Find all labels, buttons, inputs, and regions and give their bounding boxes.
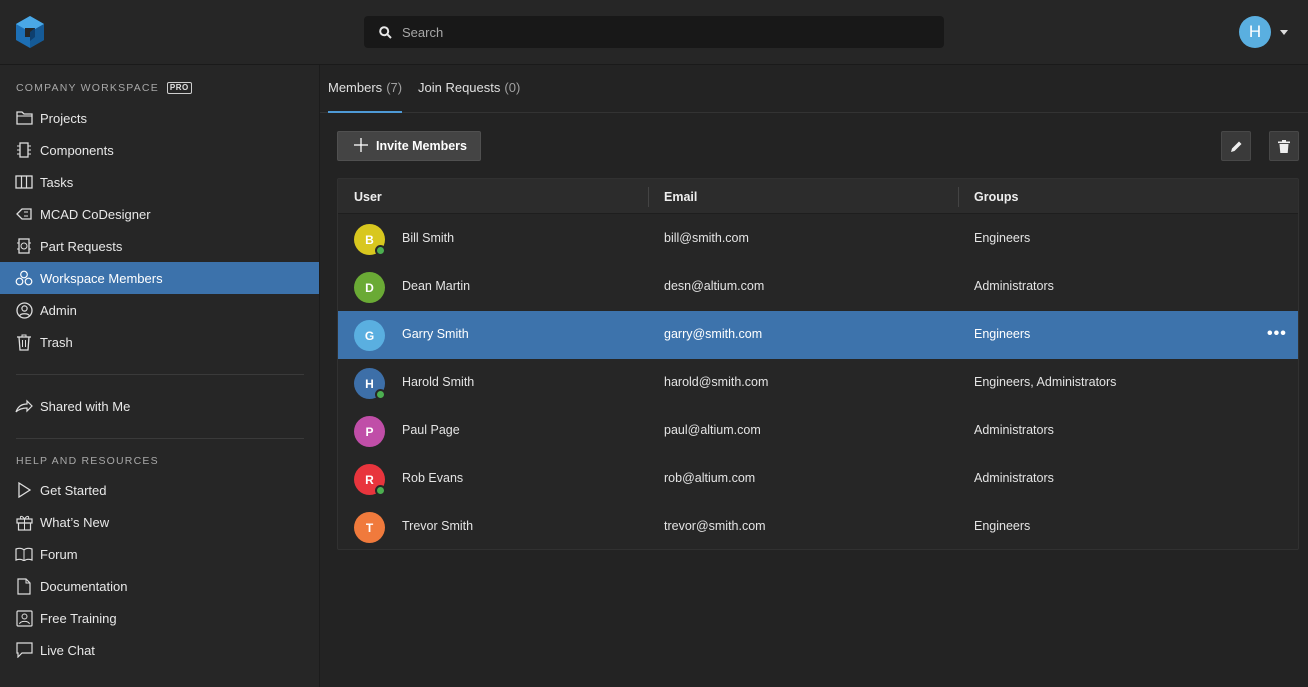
user-groups: Engineers xyxy=(974,327,1031,341)
user-email: bill@smith.com xyxy=(664,231,749,245)
document-icon xyxy=(15,577,33,595)
table-row[interactable]: G Garry Smith garry@smith.com Engineers ••• xyxy=(338,311,1298,359)
trash-icon xyxy=(1278,139,1290,153)
sidebar-item-documentation[interactable]: Documentation xyxy=(0,570,319,602)
sidebar-item-forum[interactable]: Forum xyxy=(0,538,319,570)
altium-logo-icon[interactable] xyxy=(14,15,46,49)
sidebar-item-workspace-members[interactable]: Workspace Members xyxy=(0,262,319,294)
members-icon xyxy=(15,269,33,287)
online-status-indicator xyxy=(375,389,386,400)
gift-icon xyxy=(15,513,33,531)
user-email: trevor@smith.com xyxy=(664,519,766,533)
members-table: User Email Groups B Bill Smith bill@smith.… xyxy=(337,178,1299,550)
user-name: Trevor Smith xyxy=(402,519,474,533)
mcad-icon xyxy=(15,205,33,223)
workspace-section-title: COMPANY WORKSPACE PRO xyxy=(16,82,192,94)
book-open-icon xyxy=(15,545,33,563)
avatar: G xyxy=(354,320,385,351)
edit-button[interactable] xyxy=(1221,131,1251,161)
sidebar-item-mcad-codesigner[interactable]: MCAD CoDesigner xyxy=(0,198,319,230)
column-header-email[interactable]: Email xyxy=(664,190,697,204)
column-header-groups[interactable]: Groups xyxy=(974,190,1018,204)
delete-button[interactable] xyxy=(1269,131,1299,161)
sidebar-item-projects[interactable]: Projects xyxy=(0,102,319,134)
invite-members-button[interactable]: Invite Members xyxy=(337,131,481,161)
user-email: desn@altium.com xyxy=(664,279,765,293)
chip-icon xyxy=(15,141,33,159)
sidebar-item-tasks[interactable]: Tasks xyxy=(0,166,319,198)
user-name: Bill Smith xyxy=(402,231,455,245)
plus-icon xyxy=(354,137,368,155)
table-row[interactable]: B Bill Smith bill@smith.com Engineers xyxy=(338,215,1298,263)
folder-icon xyxy=(15,109,33,127)
tab-join-requests[interactable]: Join Requests (0) xyxy=(418,80,520,113)
user-groups: Engineers, Administrators xyxy=(974,375,1117,389)
table-row[interactable]: R Rob Evans rob@altium.com Administrators xyxy=(338,455,1298,503)
avatar: D xyxy=(354,272,385,303)
user-groups: Administrators xyxy=(974,471,1054,485)
sidebar-item-get-started[interactable]: Get Started xyxy=(0,474,319,506)
search-input[interactable] xyxy=(402,24,922,40)
sidebar-item-shared-with-me[interactable]: Shared with Me xyxy=(0,390,319,422)
user-groups: Engineers xyxy=(974,519,1031,533)
user-email: garry@smith.com xyxy=(664,327,763,341)
search-icon xyxy=(379,25,392,39)
help-section-title: HELP AND RESOURCES xyxy=(16,455,159,467)
online-status-indicator xyxy=(375,245,386,256)
training-icon xyxy=(15,609,33,627)
column-resize-handle[interactable] xyxy=(648,187,649,207)
user-groups: Administrators xyxy=(974,279,1054,293)
tab-members[interactable]: Members (7) xyxy=(328,80,402,113)
top-bar: H xyxy=(0,0,1308,65)
table-row[interactable]: D Dean Martin desn@altium.com Administrator… xyxy=(338,263,1298,311)
user-name: Garry Smith xyxy=(402,327,469,341)
tab-bar: Members (7) Join Requests (0) xyxy=(320,65,1308,113)
user-groups: Engineers xyxy=(974,231,1031,245)
sidebar-divider xyxy=(16,374,304,375)
table-row[interactable]: P Paul Page paul@altium.com Administrators xyxy=(338,407,1298,455)
play-icon xyxy=(15,481,33,499)
sidebar-item-live-chat[interactable]: Live Chat xyxy=(0,634,319,666)
book-icon xyxy=(15,173,33,191)
column-resize-handle[interactable] xyxy=(958,187,959,207)
table-row[interactable]: T Trevor Smith trevor@smith.com Engineers xyxy=(338,503,1298,551)
user-circle-icon xyxy=(15,301,33,319)
sidebar-divider xyxy=(16,438,304,439)
table-row[interactable]: H Harold Smith harold@smith.com Engineers, … xyxy=(338,359,1298,407)
user-groups: Administrators xyxy=(974,423,1054,437)
user-email: rob@altium.com xyxy=(664,471,756,485)
sidebar-item-free-training[interactable]: Free Training xyxy=(0,602,319,634)
sidebar-item-part-requests[interactable]: Part Requests xyxy=(0,230,319,262)
share-icon xyxy=(15,397,33,415)
search-bar[interactable] xyxy=(364,16,944,48)
avatar: T xyxy=(354,512,385,543)
pencil-icon xyxy=(1230,140,1242,152)
user-avatar[interactable]: H xyxy=(1239,16,1271,48)
sidebar-item-trash[interactable]: Trash xyxy=(0,326,319,358)
user-email: paul@altium.com xyxy=(664,423,761,437)
part-request-icon xyxy=(15,237,33,255)
table-header: User Email Groups xyxy=(338,179,1298,214)
pro-badge: PRO xyxy=(166,82,192,94)
chat-icon xyxy=(15,641,33,659)
user-name: Harold Smith xyxy=(402,375,475,389)
sidebar: COMPANY WORKSPACE PRO Projects Component… xyxy=(0,65,320,687)
user-name: Rob Evans xyxy=(402,471,464,485)
sidebar-item-whats-new[interactable]: What’s New xyxy=(0,506,319,538)
more-options-icon[interactable]: ••• xyxy=(1267,325,1287,343)
sidebar-item-admin[interactable]: Admin xyxy=(0,294,319,326)
chevron-down-icon[interactable] xyxy=(1280,30,1288,35)
column-header-user[interactable]: User xyxy=(354,190,382,204)
trash-icon xyxy=(15,333,33,351)
avatar: P xyxy=(354,416,385,447)
sidebar-item-components[interactable]: Components xyxy=(0,134,319,166)
user-email: harold@smith.com xyxy=(664,375,769,389)
user-name: Paul Page xyxy=(402,423,460,437)
user-name: Dean Martin xyxy=(402,279,471,293)
online-status-indicator xyxy=(375,485,386,496)
